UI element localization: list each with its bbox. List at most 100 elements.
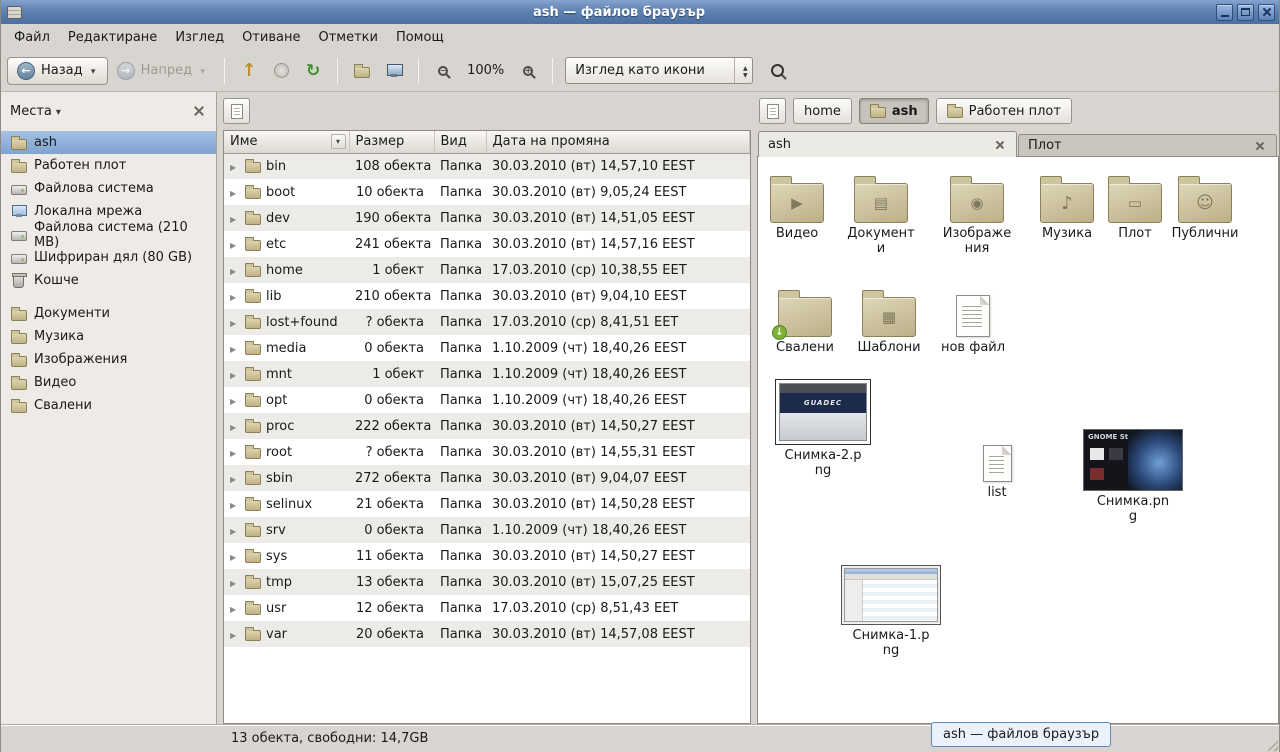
expander-icon[interactable] (230, 471, 240, 486)
expander-icon[interactable] (230, 393, 240, 408)
icon-item-snimka-1[interactable]: Снимка-1.png (838, 565, 944, 659)
icon-view[interactable]: Видео Документи Изображения Музика Плот (757, 157, 1279, 724)
home-button[interactable] (346, 55, 378, 87)
expander-icon[interactable] (230, 237, 240, 252)
column-header-name[interactable]: Име (224, 131, 349, 153)
expander-icon[interactable] (230, 601, 240, 616)
zoom-in-button[interactable] (512, 55, 544, 87)
chevron-down-icon[interactable] (56, 104, 61, 119)
combo-arrows-icon[interactable] (738, 64, 752, 78)
sidebar-item[interactable]: Работен плот (1, 154, 216, 177)
close-button[interactable] (1258, 4, 1275, 21)
sort-indicator-icon[interactable] (331, 134, 346, 149)
tab-desktop[interactable]: Плот (1018, 134, 1277, 156)
resize-grip[interactable] (1263, 736, 1278, 751)
expander-icon[interactable] (230, 549, 240, 564)
expander-icon[interactable] (230, 575, 240, 590)
file-row[interactable]: root ? обекта Папка 30.03.2010 (вт) 14,5… (224, 439, 750, 465)
breadcrumb-ash[interactable]: ash (859, 98, 929, 124)
file-row[interactable]: bin 108 обекта Папка 30.03.2010 (вт) 14,… (224, 153, 750, 179)
menu-item[interactable]: Редактиране (59, 26, 166, 49)
sidebar-item[interactable]: ash (1, 131, 216, 154)
expander-icon[interactable] (230, 315, 240, 330)
file-row[interactable]: home 1 обект Папка 17.03.2010 (ср) 10,38… (224, 257, 750, 283)
sidebar-item[interactable]: Изображения (1, 348, 216, 371)
file-row[interactable]: proc 222 обекта Папка 30.03.2010 (вт) 14… (224, 413, 750, 439)
icon-item-images[interactable]: Изображения (940, 169, 1014, 257)
chevron-down-icon[interactable] (89, 63, 98, 78)
close-tab-icon[interactable] (1252, 138, 1267, 153)
sidebar-item[interactable]: Документи (1, 302, 216, 325)
forward-button[interactable]: Напред (108, 58, 216, 84)
sidebar-item[interactable]: Файлова система (1, 177, 216, 200)
breadcrumb-home[interactable]: home (793, 98, 852, 124)
file-row[interactable]: dev 190 обекта Папка 30.03.2010 (вт) 14,… (224, 205, 750, 231)
file-row[interactable]: usr 12 обекта Папка 17.03.2010 (ср) 8,51… (224, 595, 750, 621)
column-header-type[interactable]: Вид (434, 131, 486, 153)
file-row[interactable]: mnt 1 обект Папка 1.10.2009 (чт) 18,40,2… (224, 361, 750, 387)
icon-item-new-file[interactable]: нов файл (936, 283, 1010, 356)
stop-button[interactable] (265, 55, 297, 87)
file-row[interactable]: selinux 21 обекта Папка 30.03.2010 (вт) … (224, 491, 750, 517)
file-row[interactable]: sys 11 обекта Папка 30.03.2010 (вт) 14,5… (224, 543, 750, 569)
expander-icon[interactable] (230, 185, 240, 200)
file-row[interactable]: etc 241 обекта Папка 30.03.2010 (вт) 14,… (224, 231, 750, 257)
expander-icon[interactable] (230, 627, 240, 642)
expander-icon[interactable] (230, 367, 240, 382)
file-row[interactable]: var 20 обекта Папка 30.03.2010 (вт) 14,5… (224, 621, 750, 647)
sidebar-item[interactable]: Кошче (1, 269, 216, 292)
close-sidebar-icon[interactable] (191, 103, 207, 119)
file-row[interactable]: boot 10 обекта Папка 30.03.2010 (вт) 9,0… (224, 179, 750, 205)
icon-item-templates[interactable]: Шаблони (852, 283, 926, 356)
file-row[interactable]: lost+found ? обекта Папка 17.03.2010 (ср… (224, 309, 750, 335)
column-header-date[interactable]: Дата на промяна (486, 131, 750, 153)
back-button[interactable]: Назад (7, 57, 108, 85)
icon-item-public[interactable]: Публични (1168, 169, 1242, 242)
breadcrumb-desktop[interactable]: Работен плот (936, 98, 1072, 124)
titlebar[interactable]: ash — файлов браузър (1, 0, 1279, 24)
up-button[interactable] (233, 55, 265, 87)
zoom-out-button[interactable] (427, 55, 459, 87)
file-row[interactable]: srv 0 обекта Папка 1.10.2009 (чт) 18,40,… (224, 517, 750, 543)
expander-icon[interactable] (230, 419, 240, 434)
reload-button[interactable] (297, 55, 329, 87)
menu-item[interactable]: Отиване (233, 26, 309, 49)
sidebar-item[interactable]: Шифриран дял (80 GB) (1, 246, 216, 269)
sidebar-item[interactable]: Видео (1, 371, 216, 394)
sidebar-title[interactable]: Места (10, 104, 52, 119)
icon-item-documents[interactable]: Документи (844, 169, 918, 257)
expander-icon[interactable] (230, 159, 240, 174)
expander-icon[interactable] (230, 263, 240, 278)
file-row[interactable]: lib 210 обекта Папка 30.03.2010 (вт) 9,0… (224, 283, 750, 309)
icon-item-snimka[interactable]: GNOME Store Снимка.png (1080, 429, 1186, 525)
menu-item[interactable]: Помощ (387, 26, 453, 49)
icon-item-video[interactable]: Видео (760, 169, 834, 242)
icon-item-desktop[interactable]: Плот (1098, 169, 1172, 242)
file-row[interactable]: opt 0 обекта Папка 1.10.2009 (чт) 18,40,… (224, 387, 750, 413)
icon-item-music[interactable]: Музика (1030, 169, 1104, 242)
sidebar-item[interactable]: Свалени (1, 394, 216, 417)
computer-button[interactable] (378, 55, 410, 87)
expander-icon[interactable] (230, 523, 240, 538)
file-row[interactable]: tmp 13 обекта Папка 30.03.2010 (вт) 15,0… (224, 569, 750, 595)
expander-icon[interactable] (230, 445, 240, 460)
expander-icon[interactable] (230, 341, 240, 356)
icon-item-list[interactable]: list (960, 445, 1034, 501)
menu-item[interactable]: Изглед (166, 26, 233, 49)
expander-icon[interactable] (230, 497, 240, 512)
column-header-size[interactable]: Размер (349, 131, 434, 153)
location-note-button[interactable] (223, 98, 250, 124)
file-row[interactable]: media 0 обекта Папка 1.10.2009 (чт) 18,4… (224, 335, 750, 361)
icon-item-downloads[interactable]: Свалени (768, 283, 842, 356)
menu-item[interactable]: Отметки (309, 26, 386, 49)
minimize-button[interactable] (1216, 4, 1233, 21)
view-mode-select[interactable]: Изглед като икони (565, 57, 753, 84)
expander-icon[interactable] (230, 289, 240, 304)
sidebar-item[interactable]: Музика (1, 325, 216, 348)
sidebar-item[interactable]: Файлова система (210 MB) (1, 223, 216, 246)
icon-item-snimka-2[interactable]: GUADEC Снимка-2.png (772, 379, 874, 479)
search-button[interactable] (761, 55, 793, 87)
file-row[interactable]: sbin 272 обекта Папка 30.03.2010 (вт) 9,… (224, 465, 750, 491)
menu-item[interactable]: Файл (5, 26, 59, 49)
tab-ash[interactable]: ash (758, 131, 1017, 157)
